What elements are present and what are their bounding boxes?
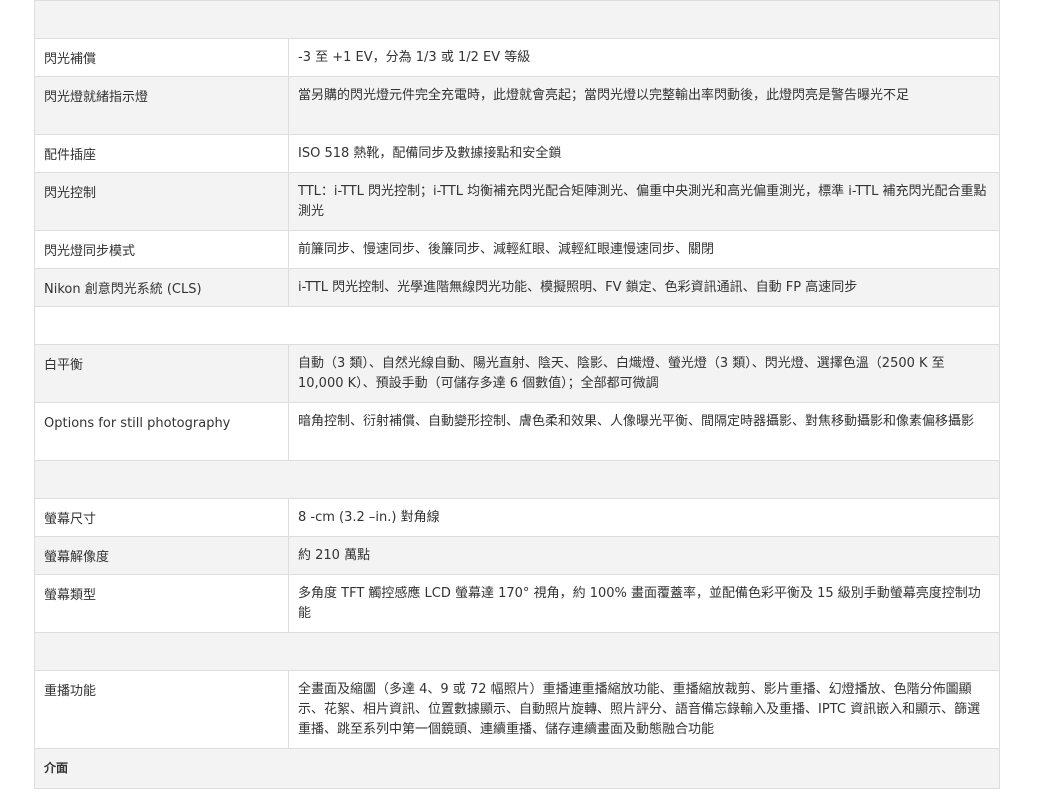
spec-row-flash-sync-modes: 閃光燈同步模式 前簾同步、慢速同步、後簾同步、減輕紅眼、減輕紅眼連慢速同步、關閉 bbox=[35, 231, 1000, 269]
section-header-row bbox=[35, 633, 1000, 671]
section-header-row bbox=[35, 1, 1000, 39]
spec-label: 閃光控制 bbox=[35, 173, 289, 230]
spec-value: 自動（3 類）、自然光線自動、陽光直射、陰天、陰影、白熾燈、螢光燈（3 類）、閃… bbox=[298, 356, 945, 391]
spec-row-playback: 重播功能 全畫面及縮圖（多達 4、9 或 72 幅照片）重播連重播縮放功能、重播… bbox=[35, 671, 1000, 749]
spec-label: 閃光補償 bbox=[35, 39, 289, 76]
spec-value: TTL：i-TTL 閃光控制；i-TTL 均衡補充閃光配合矩陣測光、偏重中央測光… bbox=[298, 184, 987, 219]
spec-value: 全畫面及縮圖（多達 4、9 或 72 幅照片）重播連重播縮放功能、重播縮放裁剪、… bbox=[298, 682, 981, 737]
spec-label: 白平衡 bbox=[35, 345, 289, 402]
spec-row-monitor-type: 螢幕類型 多角度 TFT 觸控感應 LCD 螢幕達 170° 視角，約 100%… bbox=[35, 575, 1000, 633]
spec-label: Nikon 創意閃光系統 (CLS) bbox=[35, 269, 289, 306]
section-header bbox=[35, 461, 53, 498]
section-header bbox=[35, 633, 53, 670]
spec-row-cls: Nikon 創意閃光系統 (CLS) i-TTL 閃光控制、光學進階無線閃光功能… bbox=[35, 269, 1000, 307]
spec-label: 閃光燈就緒指示燈 bbox=[35, 77, 289, 134]
spec-row-monitor-resolution: 螢幕解像度 約 210 萬點 bbox=[35, 537, 1000, 575]
spec-label: 螢幕類型 bbox=[35, 575, 289, 632]
spec-value: 8 -cm (3.2 –in.) 對角線 bbox=[298, 510, 440, 525]
section-header bbox=[35, 307, 53, 344]
spec-row-monitor-size: 螢幕尺寸 8 -cm (3.2 –in.) 對角線 bbox=[35, 499, 1000, 537]
spec-value: 前簾同步、慢速同步、後簾同步、減輕紅眼、減輕紅眼連慢速同步、關閉 bbox=[298, 242, 715, 257]
section-header-row bbox=[35, 461, 1000, 499]
spec-row-still-options: Options for still photography 暗角控制、衍射補償、… bbox=[35, 403, 1000, 461]
spec-value: ISO 518 熱靴，配備同步及數據接點和安全鎖 bbox=[298, 146, 562, 161]
section-header-interface: 介面 bbox=[44, 761, 69, 775]
spec-row-flash-compensation: 閃光補償 -3 至 +1 EV，分為 1/3 或 1/2 EV 等級 bbox=[35, 39, 1000, 77]
section-header-row bbox=[35, 307, 1000, 345]
spec-row-white-balance: 白平衡 自動（3 類）、自然光線自動、陽光直射、陰天、陰影、白熾燈、螢光燈（3 … bbox=[35, 345, 1000, 403]
spec-value: 暗角控制、衍射補償、自動變形控制、膚色柔和效果、人像曝光平衡、間隔定時器攝影、對… bbox=[298, 414, 975, 429]
spec-row-flash-ready-indicator: 閃光燈就緒指示燈 當另購的閃光燈元件完全充電時，此燈就會亮起；當閃光燈以完整輸出… bbox=[35, 77, 1000, 135]
spec-value: i-TTL 閃光控制、光學進階無線閃光功能、模擬照明、FV 鎖定、色彩資訊通訊、… bbox=[298, 280, 858, 295]
spec-row-flash-control: 閃光控制 TTL：i-TTL 閃光控制；i-TTL 均衡補充閃光配合矩陣測光、偏… bbox=[35, 173, 1000, 231]
spec-value: -3 至 +1 EV，分為 1/3 或 1/2 EV 等級 bbox=[298, 50, 531, 65]
spec-value: 多角度 TFT 觸控感應 LCD 螢幕達 170° 視角，約 100% 畫面覆蓋… bbox=[298, 586, 981, 621]
spec-label: 螢幕尺寸 bbox=[35, 499, 289, 536]
section-header bbox=[35, 1, 53, 38]
spec-label: 重播功能 bbox=[35, 671, 289, 748]
spec-value: 當另購的閃光燈元件完全充電時，此燈就會亮起；當閃光燈以完整輸出率閃動後，此燈閃亮… bbox=[298, 88, 910, 103]
spec-label: 閃光燈同步模式 bbox=[35, 231, 289, 268]
spec-row-accessory-shoe: 配件插座 ISO 518 熱靴，配備同步及數據接點和安全鎖 bbox=[35, 135, 1000, 173]
spec-label: 螢幕解像度 bbox=[35, 537, 289, 574]
spec-table: 閃光補償 -3 至 +1 EV，分為 1/3 或 1/2 EV 等級 閃光燈就緒… bbox=[34, 0, 1000, 789]
spec-value: 約 210 萬點 bbox=[298, 548, 371, 563]
section-header-row: 介面 bbox=[35, 749, 1000, 789]
spec-label: Options for still photography bbox=[35, 403, 289, 460]
spec-label: 配件插座 bbox=[35, 135, 289, 172]
